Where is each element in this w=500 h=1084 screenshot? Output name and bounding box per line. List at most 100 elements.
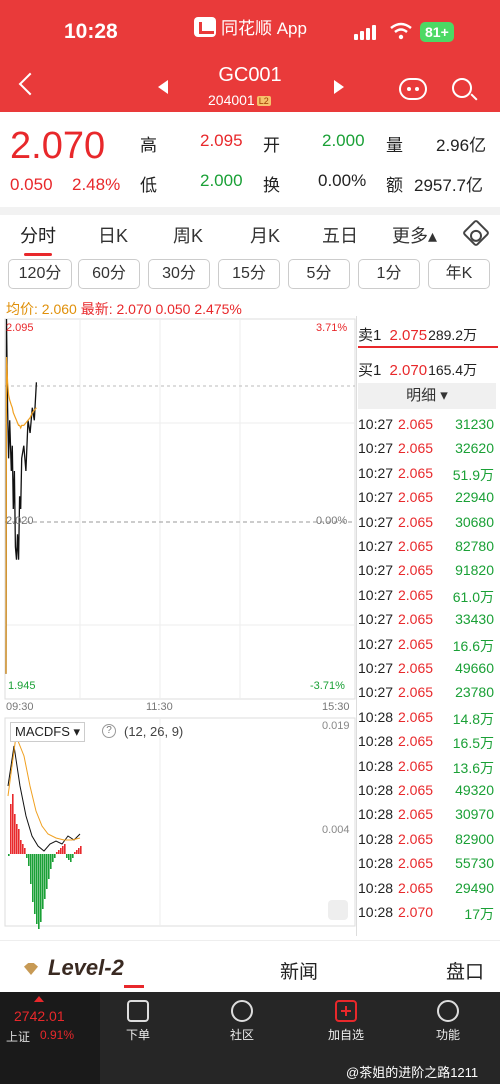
battery-indicator: 81+ bbox=[420, 22, 454, 42]
ask-price: 2.075 bbox=[389, 327, 428, 344]
tick-time: 10:27 bbox=[358, 684, 394, 701]
tick-time: 10:27 bbox=[358, 489, 394, 506]
index-ticker[interactable]: 2742.01 上证 0.91% bbox=[0, 992, 100, 1084]
macd-bar bbox=[58, 850, 60, 854]
tick-volume: 14.8万 bbox=[452, 710, 494, 727]
macd-bar bbox=[46, 854, 48, 889]
tick-price: 2.065 bbox=[398, 830, 434, 847]
macd-bar bbox=[76, 850, 78, 854]
macd-bar bbox=[48, 854, 50, 879]
period-120m[interactable]: 120分 bbox=[8, 259, 72, 289]
tick-time: 10:27 bbox=[358, 513, 394, 530]
nav-add-watchlist[interactable]: 加自选 bbox=[296, 992, 396, 1043]
next-stock-icon[interactable] bbox=[334, 80, 344, 94]
price-change-pct: 2.48% bbox=[72, 175, 121, 194]
search-icon[interactable] bbox=[452, 78, 472, 98]
tick-price: 2.065 bbox=[398, 440, 434, 457]
macd-bar bbox=[64, 844, 66, 854]
tick-time: 10:28 bbox=[358, 733, 394, 750]
macd-bar bbox=[22, 844, 24, 854]
tick-time: 10:27 bbox=[358, 586, 394, 603]
tick-volume: 32620 bbox=[455, 440, 494, 457]
macd-bar bbox=[36, 854, 38, 924]
column-divider bbox=[356, 316, 357, 936]
app-header: 10:28 同花顺 App 81+ GC001 204001 L2 bbox=[0, 0, 500, 112]
chart-settings-icon[interactable] bbox=[461, 218, 491, 248]
tick-price: 2.065 bbox=[398, 782, 434, 798]
tab-news[interactable]: 新闻 bbox=[280, 957, 318, 984]
help-icon[interactable]: ? bbox=[102, 724, 116, 738]
period-30m[interactable]: 30分 bbox=[148, 259, 210, 289]
level2-underline bbox=[124, 985, 144, 988]
assistant-robot-icon[interactable] bbox=[399, 78, 427, 100]
macd-bar bbox=[78, 848, 80, 854]
macd-bar bbox=[68, 854, 70, 860]
index-pct: 0.91% bbox=[40, 1028, 75, 1042]
intraday-chart[interactable] bbox=[0, 316, 358, 930]
tick-volume: 22940 bbox=[455, 489, 494, 506]
macd-bar bbox=[50, 854, 52, 869]
macd-panel-frame bbox=[4, 717, 356, 927]
tick-time: 10:28 bbox=[358, 879, 394, 896]
document-icon bbox=[127, 1000, 149, 1022]
period-1m[interactable]: 1分 bbox=[358, 259, 420, 289]
nav-order[interactable]: 下单 bbox=[88, 992, 188, 1043]
tick-volume: 55730 bbox=[455, 855, 494, 872]
tick-volume: 13.6万 bbox=[452, 759, 494, 776]
low-label: 低 bbox=[140, 176, 157, 195]
bottom-nav: 2742.01 上证 0.91% 下单 社区 加自选 功能 @茶姐的进阶之路12… bbox=[0, 992, 500, 1084]
macd-bar bbox=[24, 848, 26, 854]
period-60m[interactable]: 60分 bbox=[78, 259, 140, 289]
latest-label: 最新: bbox=[80, 301, 113, 317]
nav-functions-label: 功能 bbox=[435, 1028, 460, 1042]
tab-timeshare[interactable]: 分时 bbox=[20, 222, 56, 248]
macd-bar bbox=[20, 840, 22, 854]
tick-time: 10:27 bbox=[358, 562, 394, 579]
status-app-name: 同花顺 App bbox=[221, 19, 307, 38]
expand-chart-icon[interactable] bbox=[328, 900, 348, 920]
open-label: 开 bbox=[263, 136, 280, 155]
period-15m[interactable]: 15分 bbox=[218, 259, 280, 289]
nav-functions[interactable]: 功能 bbox=[398, 992, 498, 1043]
macd-bar bbox=[34, 854, 36, 914]
tick-volume: 30680 bbox=[455, 513, 494, 530]
macd-bar bbox=[12, 794, 14, 854]
period-5m[interactable]: 5分 bbox=[288, 259, 350, 289]
status-app-indicator[interactable]: 同花顺 App bbox=[194, 14, 307, 39]
tick-price: 2.065 bbox=[398, 757, 434, 774]
l2-badge: L2 bbox=[256, 96, 271, 107]
tab-order-book[interactable]: 盘口 bbox=[446, 957, 484, 984]
price-top-label: 2.095 bbox=[6, 322, 34, 334]
tab-five-day[interactable]: 五日 bbox=[322, 222, 358, 248]
tick-time: 10:27 bbox=[358, 416, 394, 432]
macd-bar bbox=[38, 854, 40, 929]
stock-subcode-text: 204001 bbox=[208, 92, 255, 108]
nav-community[interactable]: 社区 bbox=[192, 992, 292, 1043]
tick-price: 2.065 bbox=[398, 513, 434, 530]
high-label: 高 bbox=[140, 136, 157, 155]
tick-time: 10:28 bbox=[358, 806, 394, 823]
tick-time: 10:28 bbox=[358, 782, 394, 798]
tab-daily-k[interactable]: 日K bbox=[98, 222, 128, 248]
macd-bar bbox=[74, 852, 76, 854]
current-price: 2.070 bbox=[10, 125, 106, 167]
period-year-k[interactable]: 年K bbox=[428, 259, 490, 289]
macd-bar bbox=[10, 804, 12, 854]
tick-price: 2.065 bbox=[398, 684, 434, 701]
tab-monthly-k[interactable]: 月K bbox=[250, 222, 280, 248]
tick-volume: 51.9万 bbox=[452, 466, 494, 483]
latest-value: 2.070 bbox=[116, 301, 152, 317]
tick-time: 10:27 bbox=[358, 538, 394, 554]
tick-price: 2.065 bbox=[398, 855, 434, 872]
macd-bar bbox=[28, 854, 30, 866]
detail-dropdown[interactable]: 明细 ▾ bbox=[358, 383, 496, 409]
tab-level2[interactable]: Level-2 bbox=[48, 955, 124, 981]
add-icon bbox=[335, 1000, 357, 1022]
tick-price: 2.065 bbox=[398, 611, 434, 628]
stock-subcode: 204001 L2 bbox=[208, 92, 271, 108]
price-change: 0.050 bbox=[10, 175, 53, 194]
tab-weekly-k[interactable]: 周K bbox=[173, 222, 203, 248]
tab-more[interactable]: 更多▴ bbox=[392, 222, 437, 248]
tick-time: 10:27 bbox=[358, 635, 394, 652]
macd-selector[interactable]: MACDFS ▾ bbox=[10, 722, 86, 742]
